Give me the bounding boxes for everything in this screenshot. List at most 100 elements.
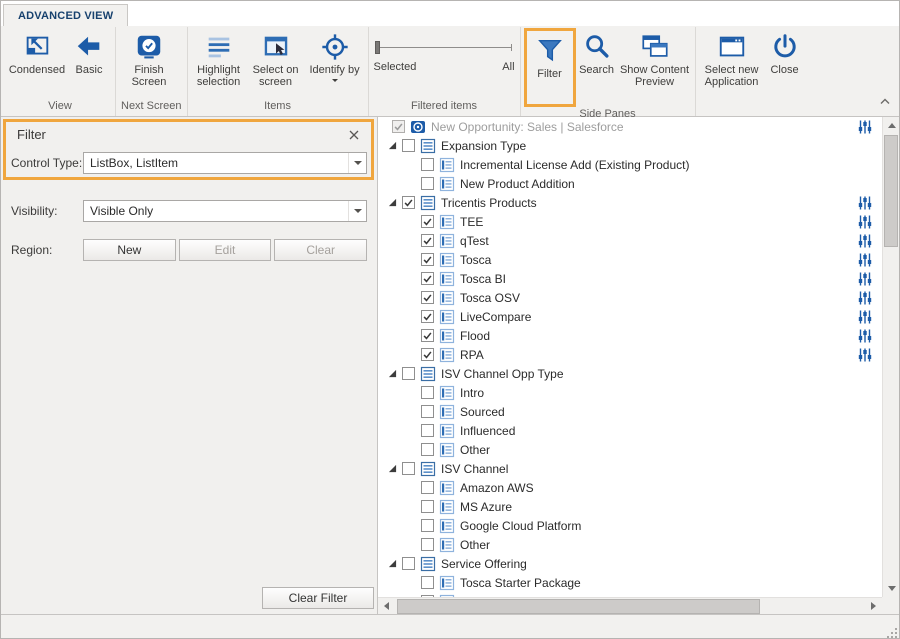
- checkbox[interactable]: [402, 367, 415, 380]
- vertical-scroll-thumb[interactable]: [884, 135, 898, 247]
- checkbox[interactable]: [421, 386, 434, 399]
- sliders-icon[interactable]: [858, 119, 872, 135]
- checkbox[interactable]: [421, 348, 434, 361]
- show-content-preview-button[interactable]: Show Content Preview: [618, 27, 692, 89]
- checkbox[interactable]: [421, 576, 434, 589]
- tree-row[interactable]: Google Cloud Platform: [378, 516, 882, 535]
- tree-row[interactable]: Amazon AWS: [378, 478, 882, 497]
- basic-button[interactable]: Basic: [66, 27, 112, 76]
- checkbox[interactable]: [421, 538, 434, 551]
- sliders-icon[interactable]: [858, 252, 872, 268]
- tree-row[interactable]: Tosca Starter Package: [378, 573, 882, 592]
- tree-row[interactable]: Tosca OSV: [378, 288, 882, 307]
- checkbox[interactable]: [421, 177, 434, 190]
- tree-row[interactable]: LiveCompare: [378, 307, 882, 326]
- condensed-button[interactable]: Condensed: [8, 27, 66, 76]
- search-button[interactable]: Search: [576, 27, 618, 76]
- checkbox[interactable]: [421, 443, 434, 456]
- tree-row[interactable]: TEE: [378, 212, 882, 231]
- checkbox[interactable]: [402, 196, 415, 209]
- checkbox[interactable]: [421, 405, 434, 418]
- close-icon[interactable]: [347, 128, 361, 142]
- tree-row[interactable]: Tosca BI: [378, 269, 882, 288]
- resize-grip-icon[interactable]: [885, 626, 898, 639]
- checkbox[interactable]: [421, 500, 434, 513]
- checkbox[interactable]: [421, 481, 434, 494]
- checkbox[interactable]: [421, 310, 434, 323]
- scroll-down-arrow-icon[interactable]: [883, 580, 900, 597]
- checkbox[interactable]: [402, 462, 415, 475]
- horizontal-scroll-thumb[interactable]: [397, 599, 760, 614]
- tree-row[interactable]: ISV Channel: [378, 459, 882, 478]
- region-new-button[interactable]: New: [83, 239, 176, 261]
- identify-by-button[interactable]: Identify by: [305, 27, 365, 85]
- listitem-icon: [439, 385, 455, 401]
- visibility-combobox[interactable]: Visible Only: [83, 200, 367, 222]
- sliders-icon[interactable]: [858, 233, 872, 249]
- sliders-icon[interactable]: [858, 328, 872, 344]
- checkbox[interactable]: [421, 291, 434, 304]
- sliders-icon[interactable]: [858, 214, 872, 230]
- tree-row[interactable]: MS Azure: [378, 497, 882, 516]
- chevron-down-icon[interactable]: [348, 153, 366, 173]
- tree-row[interactable]: Other: [378, 535, 882, 554]
- expander-icon[interactable]: [386, 557, 399, 570]
- tree-row[interactable]: Flood: [378, 326, 882, 345]
- tree-row[interactable]: RPA: [378, 345, 882, 364]
- expander-icon[interactable]: [386, 139, 399, 152]
- close-button[interactable]: Close: [765, 27, 805, 76]
- tab-advanced-view[interactable]: ADVANCED VIEW: [3, 4, 128, 26]
- highlight-selection-button[interactable]: Highlight selection: [191, 27, 247, 89]
- select-new-application-button[interactable]: Select new Application: [699, 27, 765, 89]
- checkbox[interactable]: [421, 329, 434, 342]
- checkbox[interactable]: [421, 158, 434, 171]
- checkbox[interactable]: [392, 120, 405, 133]
- vertical-scrollbar[interactable]: [882, 117, 899, 597]
- checkbox[interactable]: [421, 424, 434, 437]
- tree-row[interactable]: Intro: [378, 383, 882, 402]
- tree-row[interactable]: Other: [378, 440, 882, 459]
- expander-icon[interactable]: [386, 367, 399, 380]
- sliders-icon[interactable]: [858, 309, 872, 325]
- scroll-up-arrow-icon[interactable]: [883, 117, 900, 134]
- sliders-icon[interactable]: [858, 347, 872, 363]
- tree-row[interactable]: Incremental License Add (Existing Produc…: [378, 155, 882, 174]
- sliders-icon[interactable]: [858, 271, 872, 287]
- sliders-icon[interactable]: [858, 290, 872, 306]
- horizontal-scrollbar[interactable]: [378, 597, 882, 614]
- tree-row[interactable]: Expansion Type: [378, 136, 882, 155]
- tree-row[interactable]: Service Offering: [378, 554, 882, 573]
- slider-track[interactable]: [377, 47, 512, 48]
- checkbox[interactable]: [402, 139, 415, 152]
- checkbox[interactable]: [421, 272, 434, 285]
- tree-row[interactable]: ISV Channel Opp Type: [378, 364, 882, 383]
- chevron-down-icon[interactable]: [348, 201, 366, 221]
- tree-row[interactable]: New Product Addition: [378, 174, 882, 193]
- region-clear-button[interactable]: Clear: [274, 239, 367, 261]
- collapse-ribbon-chevron-icon[interactable]: [879, 92, 891, 110]
- slider-handle[interactable]: [375, 41, 380, 54]
- tree-row[interactable]: Sourced: [378, 402, 882, 421]
- tree-row[interactable]: Tosca: [378, 250, 882, 269]
- filter-button[interactable]: Filter: [528, 31, 572, 80]
- checkbox[interactable]: [421, 253, 434, 266]
- region-edit-button[interactable]: Edit: [179, 239, 272, 261]
- checkbox[interactable]: [402, 557, 415, 570]
- expander-icon[interactable]: [386, 196, 399, 209]
- scroll-left-arrow-icon[interactable]: [378, 598, 395, 615]
- sliders-icon[interactable]: [858, 195, 872, 211]
- clear-filter-button[interactable]: Clear Filter: [262, 587, 374, 609]
- select-on-screen-button[interactable]: Select on screen: [247, 27, 305, 89]
- checkbox[interactable]: [421, 234, 434, 247]
- control-type-combobox[interactable]: ListBox, ListItem: [83, 152, 367, 174]
- checkbox[interactable]: [421, 215, 434, 228]
- tree-row[interactable]: qTest: [378, 231, 882, 250]
- scroll-right-arrow-icon[interactable]: [865, 598, 882, 615]
- checkbox[interactable]: [421, 519, 434, 532]
- tree-row[interactable]: Tricentis Products: [378, 193, 882, 212]
- expander-icon[interactable]: [386, 462, 399, 475]
- tree-row[interactable]: Influenced: [378, 421, 882, 440]
- finish-screen-button[interactable]: Finish Screen: [119, 27, 179, 89]
- tree-row[interactable]: New Opportunity: Sales | Salesforce: [378, 117, 882, 136]
- filtered-items-slider[interactable]: Selected All: [374, 27, 515, 87]
